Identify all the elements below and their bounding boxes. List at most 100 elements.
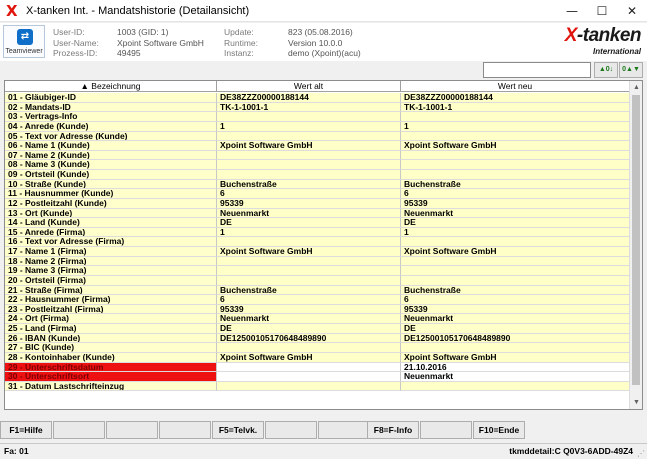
sort-descending-button[interactable]: 0▲▼ [619,62,643,78]
grid-header: ▲ Bezeichnung Wert alt Wert neu [5,81,630,92]
column-header-bezeichnung[interactable]: ▲ Bezeichnung [5,81,217,92]
f4-button[interactable] [159,421,211,439]
table-row[interactable]: 11 - Hausnummer (Kunde) 6 6 [5,189,630,199]
column-header-wert-neu[interactable]: Wert neu [401,81,630,92]
cell-bezeichnung: 03 - Vertrags-Info [5,112,217,122]
cell-wert-alt [217,131,401,142]
scroll-thumb[interactable] [632,95,640,385]
table-row[interactable]: 16 - Text vor Adresse (Firma) [5,237,630,247]
cell-wert-neu [401,266,630,276]
cell-bezeichnung: 13 - Ort (Kunde) [5,208,217,219]
f2-button[interactable] [53,421,105,439]
process-id-label: Prozess-ID: [53,48,98,58]
cell-wert-neu: Buchenstraße [401,285,630,296]
cell-wert-alt [217,237,401,247]
table-row[interactable]: 22 - Hausnummer (Firma) 6 6 [5,295,630,305]
table-row[interactable]: 09 - Ortsteil (Kunde) [5,170,630,180]
f10-end-button[interactable]: F10=Ende [473,421,525,439]
cell-wert-neu [401,112,630,122]
cell-bezeichnung: 15 - Anrede (Firma) [5,227,217,238]
table-row[interactable]: 30 - Unterschriftsort Neuenmarkt [5,372,630,382]
history-grid: ▲ Bezeichnung Wert alt Wert neu 01 - Glä… [4,80,643,410]
cell-bezeichnung: 19 - Name 3 (Firma) [5,266,217,276]
window-controls: — ☐ ✕ [557,0,647,22]
cell-wert-neu [401,381,630,392]
cell-wert-neu: 1 [401,121,630,132]
table-row[interactable]: 29 - Unterschriftsdatum 21.10.2016 [5,362,630,373]
cell-bezeichnung: 17 - Name 1 (Firma) [5,247,217,257]
table-row[interactable]: 27 - BIC (Kunde) [5,343,630,353]
maximize-button[interactable]: ☐ [587,0,617,22]
cell-wert-alt: DE38ZZZ00000188144 [217,93,401,103]
teamviewer-label: Teamviewer [5,48,43,55]
table-row[interactable]: 07 - Name 2 (Kunde) [5,150,630,161]
table-row[interactable]: 19 - Name 3 (Firma) [5,266,630,276]
table-row[interactable]: 31 - Datum Lastschrifteinzug [5,381,630,392]
table-row[interactable]: 25 - Land (Firma) DE DE [5,324,630,334]
cell-wert-neu: Buchenstraße [401,179,630,190]
cell-bezeichnung: 11 - Hausnummer (Kunde) [5,189,217,199]
table-row[interactable]: 06 - Name 1 (Kunde) Xpoint Software GmbH X… [5,141,630,151]
table-row[interactable]: 23 - Postleitzahl (Firma) 95339 95339 [5,304,630,315]
table-row[interactable]: 26 - IBAN (Kunde) DE12500105170648489890 D… [5,333,630,344]
table-row[interactable]: 01 - Gläubiger-ID DE38ZZZ00000188144 DE38Z… [5,93,630,103]
f6-button[interactable] [265,421,317,439]
table-row[interactable]: 15 - Anrede (Firma) 1 1 [5,227,630,238]
table-row[interactable]: 05 - Text vor Adresse (Kunde) [5,131,630,142]
cell-wert-alt: DE [217,324,401,334]
cell-wert-neu [401,237,630,247]
cell-wert-neu [401,343,630,353]
table-row[interactable]: 02 - Mandats-ID TK-1-1001-1 TK-1-1001-1 [5,102,630,113]
search-input[interactable] [483,62,591,78]
cell-bezeichnung: 04 - Anrede (Kunde) [5,121,217,132]
f8-finfo-button[interactable]: F8=F-Info [367,421,419,439]
table-row[interactable]: 12 - Postleitzahl (Kunde) 95339 95339 [5,198,630,209]
cell-wert-alt: Buchenstraße [217,285,401,296]
table-row[interactable]: 13 - Ort (Kunde) Neuenmarkt Neuenmarkt [5,208,630,219]
close-button[interactable]: ✕ [617,0,647,22]
table-row[interactable]: 24 - Ort (Firma) Neuenmarkt Neuenmarkt [5,314,630,324]
table-row[interactable]: 04 - Anrede (Kunde) 1 1 [5,121,630,132]
scroll-down-icon[interactable]: ▼ [630,396,642,409]
process-id-value: 49495 [117,48,141,58]
cell-wert-alt: 6 [217,189,401,199]
cell-bezeichnung: 07 - Name 2 (Kunde) [5,150,217,161]
cell-wert-neu: Xpoint Software GmbH [401,141,630,151]
cell-wert-neu: Neuenmarkt [401,314,630,324]
f3-button[interactable] [106,421,158,439]
vertical-scrollbar[interactable]: ▲ ▼ [629,81,642,409]
table-row[interactable]: 17 - Name 1 (Firma) Xpoint Software GmbH X… [5,247,630,257]
cell-wert-neu: Xpoint Software GmbH [401,247,630,257]
x-tanken-logo: X-tanken International [548,25,643,58]
table-row[interactable]: 03 - Vertrags-Info [5,112,630,122]
resize-grip-icon[interactable]: ⋰ [637,449,645,458]
table-row[interactable]: 10 - Straße (Kunde) Buchenstraße Buchenstr… [5,179,630,190]
f5-telvk-button[interactable]: F5=Telvk. [212,421,264,439]
cell-wert-neu: Neuenmarkt [401,372,630,382]
f1-help-button[interactable]: F1=Hilfe [0,421,52,439]
table-row[interactable]: 14 - Land (Kunde) DE DE [5,218,630,228]
status-company: Fa: 01 [4,446,29,456]
table-row[interactable]: 18 - Name 2 (Firma) [5,256,630,267]
minimize-button[interactable]: — [557,0,587,22]
cell-wert-alt [217,343,401,353]
teamviewer-button[interactable]: ⇄ Teamviewer [3,25,45,58]
cell-bezeichnung: 31 - Datum Lastschrifteinzug [5,381,217,392]
f9-button[interactable] [420,421,472,439]
table-row[interactable]: 28 - Kontoinhaber (Kunde) Xpoint Software… [5,352,630,363]
table-row[interactable]: 20 - Ortsteil (Firma) [5,275,630,286]
cell-bezeichnung: 23 - Postleitzahl (Firma) [5,304,217,315]
cell-wert-neu [401,170,630,180]
f7-button[interactable] [318,421,370,439]
table-row[interactable]: 08 - Name 3 (Kunde) [5,160,630,170]
teamviewer-icon: ⇄ [17,29,33,45]
sort-ascending-button[interactable]: ▲0↓ [594,62,618,78]
scroll-up-icon[interactable]: ▲ [630,81,642,94]
cell-bezeichnung: 16 - Text vor Adresse (Firma) [5,237,217,247]
column-header-wert-alt[interactable]: Wert alt [217,81,401,92]
cell-bezeichnung: 18 - Name 2 (Firma) [5,256,217,267]
table-row[interactable]: 21 - Straße (Firma) Buchenstraße Buchenstr… [5,285,630,296]
cell-wert-neu [401,275,630,286]
cell-bezeichnung: 29 - Unterschriftsdatum [5,362,217,373]
runtime-value: Version 10.0.0 [288,38,343,48]
